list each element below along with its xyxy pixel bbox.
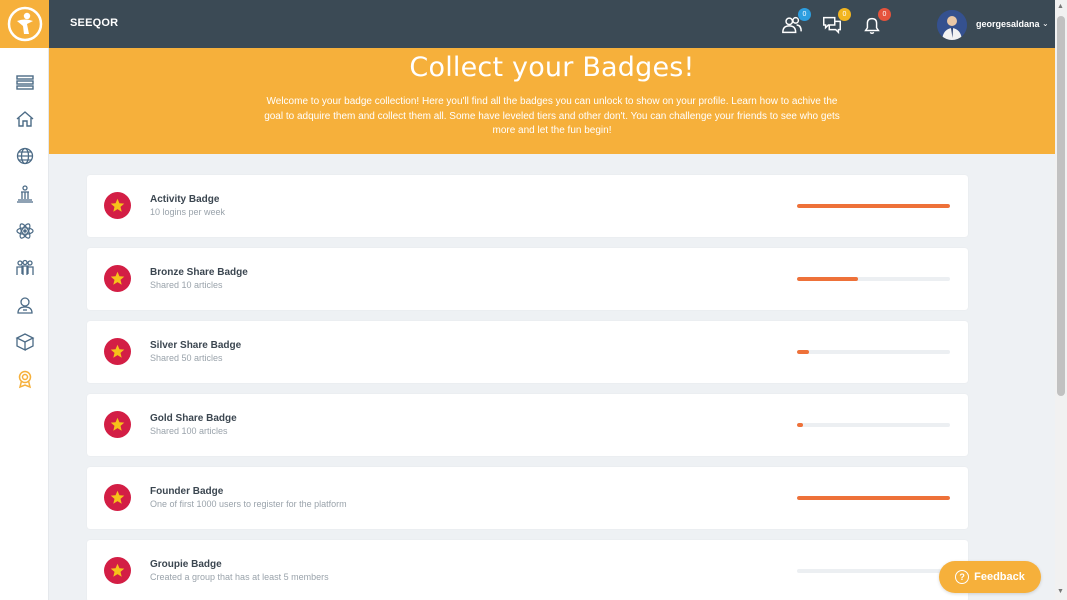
- menu-icon: [16, 75, 34, 90]
- atom-icon: [16, 223, 34, 239]
- badge-progress-bar: [797, 423, 950, 427]
- badge-card[interactable]: Silver Share Badge Shared 50 articles: [87, 321, 968, 383]
- sidebar-item-groups[interactable]: [15, 258, 35, 278]
- badge-card[interactable]: Activity Badge 10 logins per week: [87, 175, 968, 237]
- badge-progress-fill: [797, 204, 950, 208]
- sidebar-item-menu[interactable]: [15, 72, 35, 92]
- top-bar: SEEQOR 0 0 0 georgesaldana ⌄: [0, 0, 1067, 48]
- sidebar-item-globe[interactable]: [15, 146, 35, 166]
- badge-medal: [104, 557, 131, 584]
- badge-title: Gold Share Badge: [150, 413, 237, 424]
- star-icon: [110, 563, 125, 577]
- sidebar: [0, 48, 49, 600]
- star-icon: [110, 490, 125, 504]
- badge-progress-bar: [797, 204, 950, 208]
- page-scrollbar[interactable]: ▲ ▼: [1055, 0, 1067, 600]
- scroll-down-icon[interactable]: ▼: [1057, 588, 1064, 595]
- badge-subtitle: Created a group that has at least 5 memb…: [150, 572, 329, 582]
- box-icon: [15, 333, 35, 352]
- badge-progress-fill: [797, 423, 804, 427]
- notifications-count-badge: 0: [878, 8, 891, 21]
- user-profile-icon: [17, 297, 33, 314]
- badge-title: Bronze Share Badge: [150, 267, 248, 278]
- badge-medal: [104, 192, 131, 219]
- logo-icon: [7, 6, 42, 42]
- app-logo[interactable]: [0, 0, 49, 48]
- user-avatar-icon: [937, 10, 967, 40]
- scroll-thumb[interactable]: [1057, 16, 1065, 396]
- badge-subtitle: Shared 100 articles: [150, 426, 228, 436]
- sidebar-item-institution[interactable]: [15, 184, 35, 204]
- user-menu-caret[interactable]: ⌄: [1042, 19, 1049, 28]
- brand-name: SEEQOR: [70, 17, 119, 29]
- star-icon: [110, 417, 125, 431]
- badge-medal: [104, 338, 131, 365]
- star-icon: [110, 271, 125, 285]
- sidebar-item-badges[interactable]: [15, 369, 35, 389]
- username[interactable]: georgesaldana: [976, 19, 1040, 29]
- globe-icon: [16, 147, 34, 165]
- messages-button[interactable]: 0: [821, 8, 851, 36]
- badge-progress-bar: [797, 350, 950, 354]
- badge-subtitle: Shared 50 articles: [150, 353, 223, 363]
- star-icon: [110, 344, 125, 358]
- badge-card[interactable]: Groupie Badge Created a group that has a…: [87, 540, 968, 600]
- sidebar-item-profile[interactable]: [15, 295, 35, 315]
- badge-subtitle: 10 logins per week: [150, 207, 226, 217]
- badge-card[interactable]: Bronze Share Badge Shared 10 articles: [87, 248, 968, 310]
- badge-medal: [104, 265, 131, 292]
- badge-progress-fill: [797, 277, 859, 281]
- badge-progress-fill: [797, 496, 950, 500]
- hero-description: Welcome to your badge collection! Here y…: [264, 96, 840, 136]
- badge-subtitle: Shared 10 articles: [150, 280, 223, 290]
- group-icon: [16, 259, 34, 275]
- badge-progress-bar: [797, 277, 950, 281]
- friends-button[interactable]: 0: [781, 8, 811, 36]
- badge-award-icon: [18, 370, 32, 389]
- badge-medal: [104, 411, 131, 438]
- institution-icon: [17, 185, 33, 203]
- question-icon: ?: [955, 570, 970, 584]
- page-title: Collect your Badges!: [409, 52, 695, 83]
- sidebar-item-home[interactable]: [15, 109, 35, 129]
- feedback-label: Feedback: [974, 571, 1025, 583]
- badge-card[interactable]: Gold Share Badge Shared 100 articles: [87, 394, 968, 456]
- sidebar-item-box[interactable]: [15, 332, 35, 352]
- badge-title: Activity Badge: [150, 194, 220, 205]
- badge-card[interactable]: Founder Badge One of first 1000 users to…: [87, 467, 968, 529]
- badge-title: Silver Share Badge: [150, 340, 242, 351]
- friends-count-badge: 0: [798, 8, 811, 21]
- avatar[interactable]: [937, 10, 967, 40]
- badge-progress-fill: [797, 350, 810, 354]
- badge-medal: [104, 484, 131, 511]
- notifications-button[interactable]: 0: [861, 8, 891, 36]
- badge-progress-bar: [797, 569, 950, 573]
- badge-title: Groupie Badge: [150, 559, 222, 570]
- messages-count-badge: 0: [838, 8, 851, 21]
- scroll-up-icon[interactable]: ▲: [1057, 3, 1064, 10]
- badge-title: Founder Badge: [150, 486, 224, 497]
- hero-banner: Collect your Badges! Welcome to your bad…: [49, 48, 1055, 154]
- feedback-button[interactable]: ? Feedback: [939, 561, 1041, 593]
- badge-progress-bar: [797, 496, 950, 500]
- sidebar-item-science[interactable]: [15, 221, 35, 241]
- badge-subtitle: One of first 1000 users to register for …: [150, 499, 347, 509]
- home-icon: [16, 111, 34, 127]
- star-icon: [110, 198, 125, 212]
